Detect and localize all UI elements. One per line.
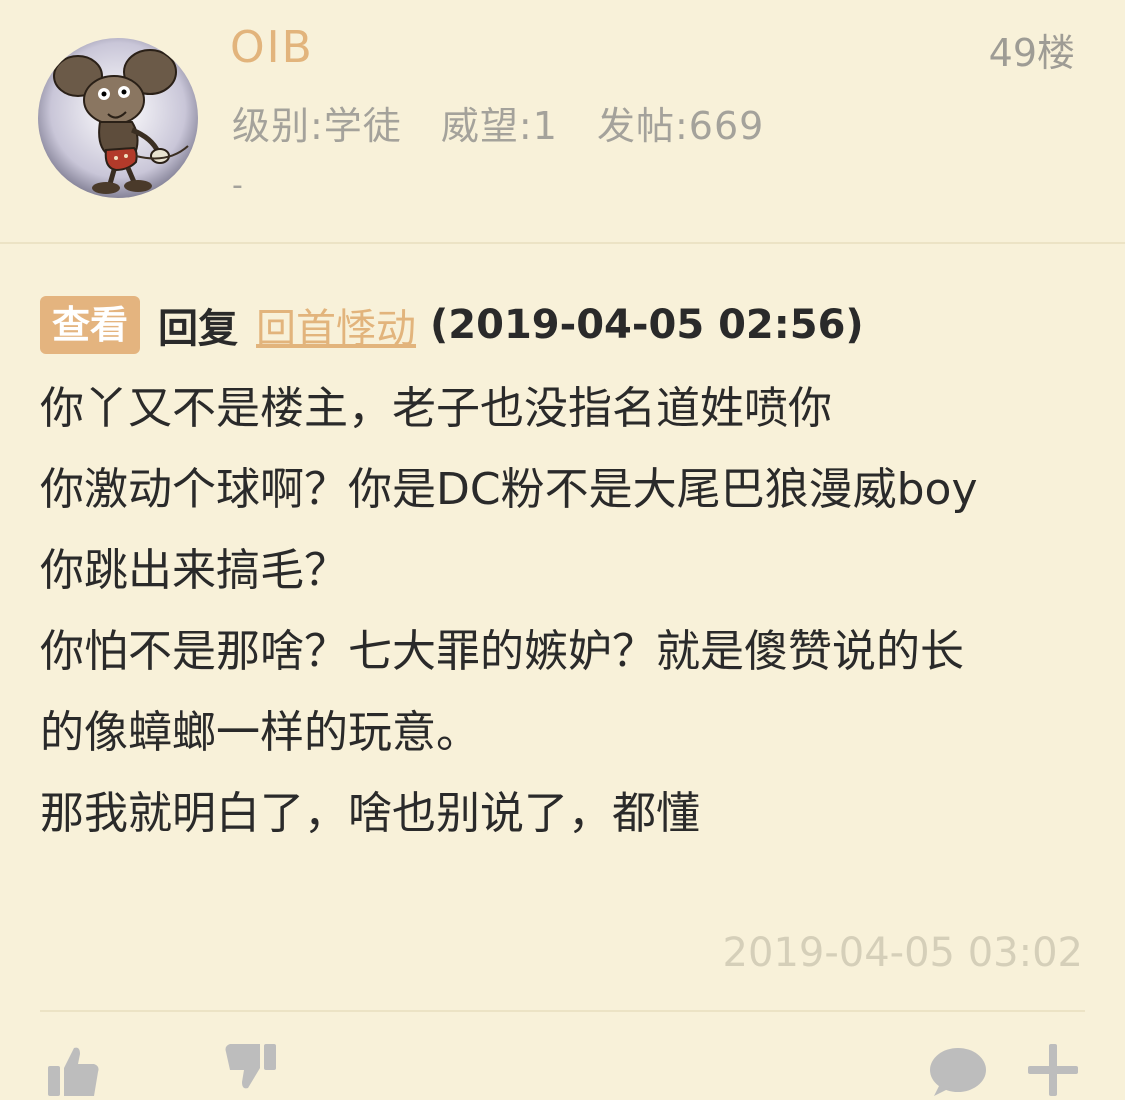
content-line: 你丫又不是楼主，老子也没指名道姓喷你 [40, 383, 832, 434]
floor-number: 49楼 [988, 31, 1075, 75]
user-meta: 级别:学徒 威望:1 发帖:669 [232, 95, 790, 150]
header-divider [0, 242, 1125, 244]
like-button[interactable] [46, 1040, 102, 1096]
username[interactable]: OIB [230, 22, 314, 73]
post-content: 你丫又不是楼主，老子也没指名道姓喷你 你激动个球啊？你是DC粉不是大尾巴狼漫威b… [40, 368, 1090, 854]
quote-reference: 查看 回复 回首悸动 (2019-04-05 02:56) [40, 295, 864, 355]
avatar-image [38, 38, 198, 198]
footer-divider [40, 1010, 1085, 1012]
content-line: 你激动个球啊？你是DC粉不是大尾巴狼漫威boy [40, 464, 978, 515]
dislike-button[interactable] [222, 1040, 278, 1096]
reply-label: 回复 [158, 306, 239, 352]
content-line: 你跳出来搞毛？ [40, 545, 348, 596]
thumbs-up-icon [48, 1047, 99, 1096]
post-header: OIB 49楼 级别:学徒 威望:1 发帖:669 - [0, 0, 1125, 242]
user-avatar[interactable] [38, 38, 198, 198]
plus-icon [1028, 1044, 1078, 1096]
view-quote-button[interactable]: 查看 [40, 296, 141, 354]
user-level: 级别:学徒 [232, 104, 402, 148]
comment-button[interactable] [928, 1040, 988, 1096]
post-timestamp: 2019-04-05 03:02 [722, 930, 1083, 976]
user-signature: - [232, 168, 243, 203]
comment-icon [930, 1048, 986, 1096]
content-line: 的像蟑螂一样的玩意。 [40, 707, 480, 758]
content-line: 你怕不是那啥？七大罪的嫉妒？就是傻赞说的长 [40, 626, 964, 677]
quoted-username-link[interactable]: 回首悸动 [256, 296, 416, 354]
user-post-count: 发帖:669 [596, 104, 765, 148]
quoted-time: (2019-04-05 02:56) [430, 302, 864, 348]
user-prestige: 威望:1 [440, 104, 558, 148]
content-line: 那我就明白了，啥也别说了，都懂 [40, 788, 700, 839]
thumbs-down-icon [225, 1044, 276, 1089]
more-button[interactable] [1026, 1040, 1082, 1096]
